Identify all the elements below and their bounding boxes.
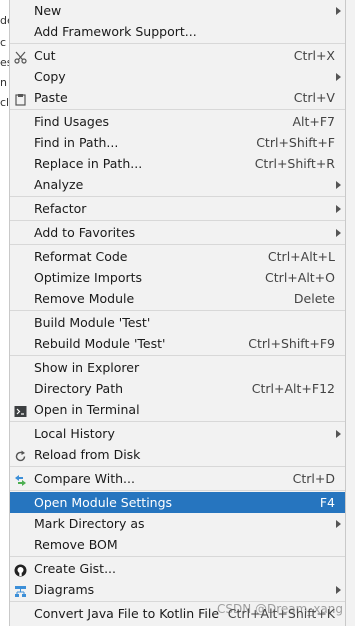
menu-item-label: Convert Java File to Kotlin File [34, 606, 220, 621]
menu-item-shortcut: Ctrl+Alt+F12 [251, 381, 335, 396]
menu-separator [10, 355, 345, 356]
menu-item-label: Add Framework Support... [34, 24, 197, 39]
menu-separator [10, 196, 345, 197]
menu-item-label: Remove Module [34, 291, 135, 306]
menu-item-mark-directory-as[interactable]: Mark Directory as [10, 513, 345, 534]
terminal-icon [14, 403, 27, 417]
menu-item-label: Create Gist... [34, 561, 117, 576]
menu-item-shortcut: Ctrl+Shift+F [256, 135, 335, 150]
menu-item-shortcut: Ctrl+D [292, 471, 335, 486]
submenu-arrow-icon [336, 7, 341, 15]
menu-item-shortcut: Ctrl+Shift+R [254, 156, 335, 171]
menu-item-label: Open in Terminal [34, 402, 140, 417]
menu-item-reload-from-disk[interactable]: Reload from Disk [10, 444, 345, 465]
diagram-icon [14, 583, 27, 597]
submenu-arrow-icon [336, 520, 341, 528]
menu-item-refactor[interactable]: Refactor [10, 198, 345, 219]
menu-item-label: Mark Directory as [34, 516, 145, 531]
menu-item-label: Cut [34, 48, 56, 63]
menu-separator [10, 43, 345, 44]
menu-item-optimize-imports[interactable]: Optimize Imports Ctrl+Alt+O [10, 267, 345, 288]
menu-item-label: Reload from Disk [34, 447, 141, 462]
menu-item-compare-with[interactable]: Compare With... Ctrl+D [10, 468, 345, 489]
menu-item-new[interactable]: New [10, 0, 345, 21]
menu-item-label: Remove BOM [34, 537, 118, 552]
menu-item-shortcut: Ctrl+Alt+O [265, 270, 335, 285]
menu-item-analyze[interactable]: Analyze [10, 174, 345, 195]
menu-item-label: Local History [34, 426, 115, 441]
context-menu: New Add Framework Support... Cut Ctrl+X Copy… [9, 0, 346, 626]
menu-item-add-framework-support[interactable]: Add Framework Support... [10, 21, 345, 42]
menu-item-label: Diagrams [34, 582, 95, 597]
menu-item-replace-in-path[interactable]: Replace in Path... Ctrl+Shift+R [10, 153, 345, 174]
submenu-arrow-icon [336, 181, 341, 189]
submenu-arrow-icon [336, 430, 341, 438]
menu-item-label: Copy [34, 69, 66, 84]
github-icon [14, 562, 27, 577]
menu-item-diagrams[interactable]: Diagrams [10, 579, 345, 600]
menu-item-label: Refactor [34, 201, 87, 216]
submenu-arrow-icon [336, 586, 341, 594]
menu-item-label: Find in Path... [34, 135, 119, 150]
compare-icon [14, 472, 27, 486]
background-fragment: cl [0, 96, 10, 109]
menu-item-shortcut: F4 [319, 495, 335, 510]
menu-item-label: Directory Path [34, 381, 124, 396]
menu-item-label: Analyze [34, 177, 84, 192]
clipboard-icon [14, 91, 27, 106]
background-fragment: c [0, 36, 7, 49]
menu-separator [10, 220, 345, 221]
menu-item-show-in-explorer[interactable]: Show in Explorer [10, 357, 345, 378]
menu-item-directory-path[interactable]: Directory Path Ctrl+Alt+F12 [10, 378, 345, 399]
menu-item-create-gist[interactable]: Create Gist... [10, 558, 345, 579]
menu-separator [10, 244, 345, 245]
menu-item-paste[interactable]: Paste Ctrl+V [10, 87, 345, 108]
menu-item-shortcut: Delete [293, 291, 335, 306]
watermark: CSDN @Dream_xang [216, 602, 343, 616]
menu-item-label: Add to Favorites [34, 225, 136, 240]
menu-item-local-history[interactable]: Local History [10, 423, 345, 444]
menu-item-add-to-favorites[interactable]: Add to Favorites [10, 222, 345, 243]
menu-item-label: Paste [34, 90, 68, 105]
menu-item-find-usages[interactable]: Find Usages Alt+F7 [10, 111, 345, 132]
menu-item-label: Optimize Imports [34, 270, 143, 285]
menu-item-label: New [34, 3, 62, 18]
menu-item-shortcut: Ctrl+V [293, 90, 335, 105]
menu-item-label: Rebuild Module 'Test' [34, 336, 166, 351]
menu-separator [10, 421, 345, 422]
menu-item-label: Show in Explorer [34, 360, 140, 375]
reload-icon [14, 448, 27, 462]
menu-item-remove-module[interactable]: Remove Module Delete [10, 288, 345, 309]
menu-item-build-module-test[interactable]: Build Module 'Test' [10, 312, 345, 333]
menu-item-find-in-path[interactable]: Find in Path... Ctrl+Shift+F [10, 132, 345, 153]
menu-item-shortcut: Ctrl+Shift+F9 [248, 336, 335, 351]
menu-separator [10, 466, 345, 467]
menu-item-label: Compare With... [34, 471, 135, 486]
submenu-arrow-icon [336, 73, 341, 81]
menu-separator [10, 310, 345, 311]
menu-separator [10, 109, 345, 110]
menu-item-open-module-settings[interactable]: Open Module Settings F4 [10, 492, 345, 513]
menu-item-shortcut: Alt+F7 [292, 114, 335, 129]
menu-item-rebuild-module-test[interactable]: Rebuild Module 'Test' Ctrl+Shift+F9 [10, 333, 345, 354]
menu-separator [10, 556, 345, 557]
menu-item-shortcut: Ctrl+Alt+L [267, 249, 335, 264]
menu-item-label: Find Usages [34, 114, 110, 129]
scissors-icon [14, 49, 27, 64]
background-fragment: n [0, 76, 7, 89]
menu-item-reformat-code[interactable]: Reformat Code Ctrl+Alt+L [10, 246, 345, 267]
menu-item-copy[interactable]: Copy [10, 66, 345, 87]
menu-item-label: Open Module Settings [34, 495, 173, 510]
menu-item-open-in-terminal[interactable]: Open in Terminal [10, 399, 345, 420]
menu-item-shortcut: Ctrl+X [293, 48, 335, 63]
submenu-arrow-icon [336, 229, 341, 237]
menu-item-remove-bom[interactable]: Remove BOM [10, 534, 345, 555]
menu-item-label: Build Module 'Test' [34, 315, 151, 330]
menu-item-label: Replace in Path... [34, 156, 143, 171]
menu-item-label: Reformat Code [34, 249, 128, 264]
submenu-arrow-icon [336, 205, 341, 213]
menu-item-cut[interactable]: Cut Ctrl+X [10, 45, 345, 66]
menu-separator [10, 490, 345, 491]
